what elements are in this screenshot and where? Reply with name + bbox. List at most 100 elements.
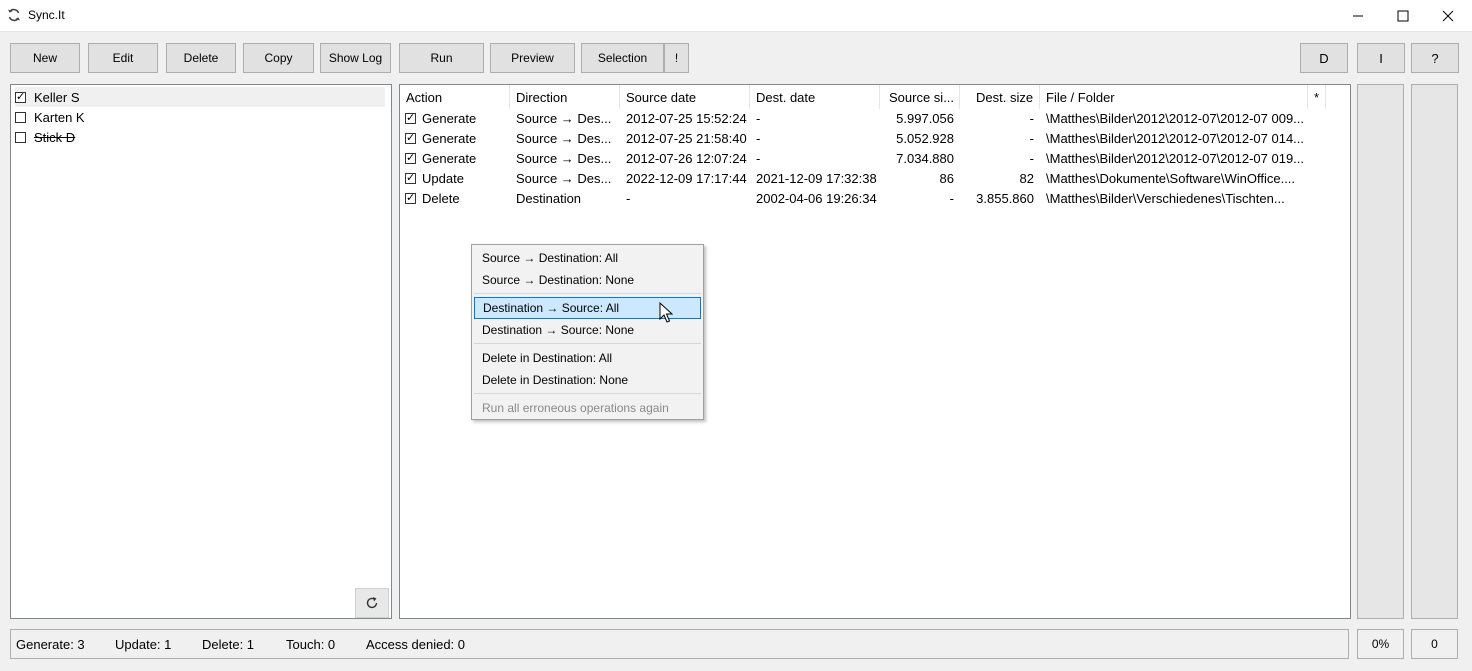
profile-item[interactable]: Stick D [15,127,385,147]
table-row[interactable]: Generate Source → Des... 2012-07-26 12:0… [400,149,1350,169]
profile-checkbox[interactable] [15,131,26,143]
cell-action: Update [422,171,464,186]
sync-icon [8,8,20,22]
cell-file: \Matthes\Bilder\2012\2012-07\2012-07 009… [1046,111,1304,126]
profile-checkbox[interactable] [15,90,26,103]
cell-dest-size: - [1029,111,1034,126]
cell-source-date: 2012-07-25 21:58:40 [626,131,747,146]
table-row[interactable]: Generate Source → Des... 2012-07-25 21:5… [400,129,1350,149]
status-delete: Delete: 1 [202,637,255,652]
row-checkbox[interactable] [405,191,416,204]
table-row[interactable]: Generate Source → Des... 2012-07-25 15:5… [400,109,1350,129]
cell-file: \Matthes\Bilder\2012\2012-07\2012-07 014… [1046,131,1304,146]
profile-checkbox[interactable] [15,111,26,123]
minimize-button[interactable] [1335,0,1381,32]
cell-dest-size: 82 [1019,171,1034,186]
status-bar: Generate: 3 Update: 1 Delete: 1 Touch: 0… [10,629,1349,659]
cell-source-date: 2012-07-26 12:07:24 [626,151,747,166]
cell-source-size: 7.034.880 [896,151,954,166]
cell-dest-size: - [1029,151,1034,166]
cell-dest-date: - [756,131,761,146]
new-button[interactable]: New [10,43,80,73]
cell-action: Generate [422,131,477,146]
row-checkbox[interactable] [405,151,416,164]
cell-direction: Source → Des... [516,151,612,166]
row-checkbox[interactable] [405,171,416,184]
cell-source-size: 5.052.928 [896,131,954,146]
table-row[interactable]: Delete Destination - 2002-04-06 19:26:34… [400,189,1350,209]
window-title: Sync.It [28,8,65,22]
cell-dest-date: 2021-12-09 17:32:38 [756,171,877,186]
maximize-icon [1397,10,1409,22]
selection-button[interactable]: Selection [581,43,664,73]
copy-button[interactable]: Copy [243,43,314,73]
column-header-source-date[interactable]: Source date [620,85,750,109]
cell-direction: Source → Des... [516,131,612,146]
profile-list[interactable]: Keller S Karten K Stick D [10,84,392,619]
column-header-direction[interactable]: Direction [510,85,620,109]
close-icon [1442,10,1454,22]
cell-source-size: 86 [939,171,954,186]
menu-item-src-dest-all[interactable]: Source → Destination: All [474,247,701,269]
d-button[interactable]: D [1300,43,1348,73]
refresh-icon [366,597,378,609]
cell-dest-size: 3.855.860 [976,191,1034,206]
close-button[interactable] [1425,0,1471,32]
progress-bar-percent [1357,84,1404,619]
status-percent: 0% [1357,629,1404,659]
cell-dest-date: - [756,111,761,126]
cell-file: \Matthes\Bilder\2012\2012-07\2012-07 019… [1046,151,1304,166]
cell-direction: Destination [516,191,582,206]
cell-source-date: 2022-12-09 17:17:44 [626,171,747,186]
show-log-button[interactable]: Show Log [320,43,391,73]
progress-bar-count [1411,84,1458,619]
selection-options-button[interactable]: ! [664,43,689,73]
status-update: Update: 1 [115,637,172,652]
column-header-dest-date[interactable]: Dest. date [750,85,880,109]
minimize-icon [1353,15,1363,17]
cell-action: Generate [422,151,477,166]
menu-item-delete-dest-all[interactable]: Delete in Destination: All [474,347,701,369]
run-button[interactable]: Run [399,43,484,73]
row-checkbox[interactable] [405,111,416,124]
context-menu: Source → Destination: All Source → Desti… [471,244,704,420]
menu-separator [474,293,701,294]
delete-button[interactable]: Delete [166,43,236,73]
profile-label: Stick D [34,129,76,145]
column-header-file-folder[interactable]: File / Folder [1040,85,1308,109]
cell-source-date: - [626,191,631,206]
column-header-source-size[interactable]: Source si... [880,85,960,109]
menu-item-rerun-errors: Run all erroneous operations again [482,401,669,415]
title-bar: Sync.It [0,0,1472,32]
help-button[interactable]: ? [1411,43,1459,73]
row-checkbox[interactable] [405,131,416,144]
cell-direction: Source → Des... [516,111,612,126]
profile-label: Karten K [34,109,85,125]
table-row[interactable]: Update Source → Des... 2022-12-09 17:17:… [400,169,1350,189]
cell-source-size: 5.997.056 [896,111,954,126]
profile-item[interactable]: Karten K [15,107,385,127]
status-count: 0 [1411,629,1458,659]
preview-button[interactable]: Preview [490,43,575,73]
cell-dest-date: - [756,151,761,166]
cell-file: \Matthes\Bilder\Verschiedenes\Tischten..… [1046,191,1285,206]
menu-separator [474,393,701,394]
column-header-dest-size[interactable]: Dest. size [960,85,1040,109]
menu-item-src-dest-none[interactable]: Source → Destination: None [474,269,701,291]
cell-dest-date: 2002-04-06 19:26:34 [756,191,877,206]
cell-source-date: 2012-07-25 15:52:24 [626,111,747,126]
menu-separator [474,343,701,344]
column-header-action[interactable]: Action [400,85,510,109]
refresh-button[interactable] [355,588,389,618]
menu-item-delete-dest-none[interactable]: Delete in Destination: None [474,369,701,391]
i-button[interactable]: I [1357,43,1405,73]
status-touch: Touch: 0 [286,637,336,652]
column-header-star[interactable]: * [1308,85,1326,109]
edit-button[interactable]: Edit [88,43,158,73]
cell-direction: Source → Des... [516,171,612,186]
cell-dest-size: - [1029,131,1034,146]
maximize-button[interactable] [1380,0,1426,32]
profile-item[interactable]: Keller S [15,87,385,107]
cell-source-size: - [949,191,954,206]
status-access-denied: Access denied: 0 [366,637,466,652]
